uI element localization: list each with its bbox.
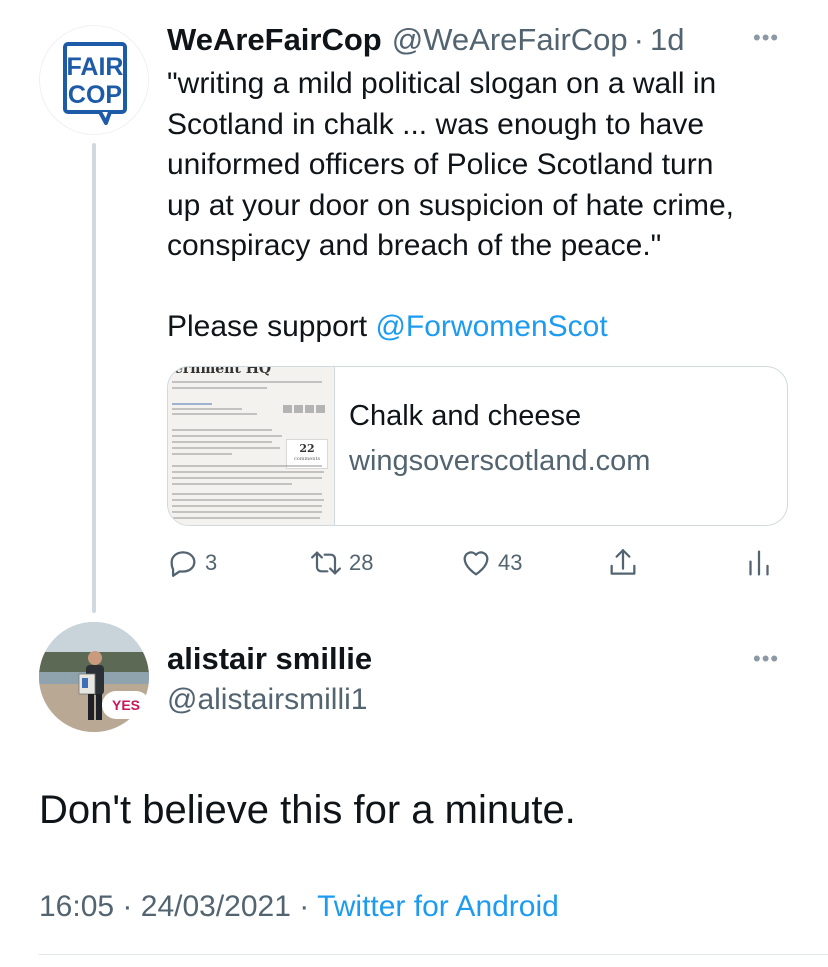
reply-count: 3: [205, 550, 218, 575]
tweet-text-line: uniformed officers of Police Scotland tu…: [167, 148, 714, 182]
card-title: Chalk and cheese: [349, 400, 582, 432]
tweet-date[interactable]: 24/03/2021: [141, 890, 291, 923]
reply-display-name[interactable]: alistair smillie: [167, 639, 372, 679]
faircop-logo-icon: FAIR COP: [63, 42, 127, 125]
heart-icon: [463, 551, 489, 576]
thumbnail-comment-count: 22: [299, 442, 315, 455]
thread-connector-line: [92, 143, 96, 613]
reply-handle[interactable]: @alistairsmilli1: [167, 680, 367, 720]
avatar-word-1: FAIR: [67, 53, 124, 81]
reply-icon: [170, 551, 196, 577]
tweet-action-bar: 3 28 43: [166, 543, 786, 583]
retweet-count: 28: [349, 550, 374, 575]
tweet-source-link[interactable]: Twitter for Android: [317, 890, 559, 923]
reply-tweet-text: Don't believe this for a minute.: [39, 788, 576, 832]
bottom-divider: [39, 954, 828, 955]
card-text: Chalk and cheese wingsoverscotland.com: [335, 367, 650, 525]
reply-more-options-icon[interactable]: •••: [753, 646, 779, 672]
share-button[interactable]: [606, 543, 640, 583]
support-line: Please support @ForwomenScot: [167, 307, 797, 348]
retweet-icon: [311, 551, 341, 575]
meta-separator: ·: [122, 890, 133, 923]
like-button[interactable]: 43: [459, 543, 522, 583]
tweet-text-line: up at your door on suspicion of hate cri…: [167, 188, 734, 222]
avatar-word-2: COP: [68, 81, 122, 109]
separator-dot: ·: [633, 22, 644, 57]
article-thumbnail: ernment HQ 22 comments: [168, 367, 335, 525]
share-icon: [610, 549, 636, 575]
faircop-avatar[interactable]: FAIR COP: [39, 25, 149, 135]
link-preview-card[interactable]: ernment HQ 22 comments Chalk and cheese …: [167, 366, 788, 526]
tweet-text-line: "writing a mild political slogan on a wa…: [167, 67, 717, 100]
tweet-thread-view: FAIR COP WeAreFairCop @WeAreFairCop · 1d…: [0, 0, 828, 967]
tweet-text-line: conspiracy and breach of the peace.": [167, 229, 662, 263]
reply-button[interactable]: 3: [166, 543, 217, 583]
quoted-tweet-header: WeAreFairCop @WeAreFairCop · 1d: [167, 20, 684, 60]
display-name[interactable]: WeAreFairCop: [167, 20, 382, 60]
yes-badge: YES: [102, 691, 150, 719]
meta-separator: ·: [299, 890, 310, 923]
tweet-text-line: Scotland in chalk ... was enough to have: [167, 107, 705, 141]
mention-link[interactable]: @ForwomenScot: [375, 310, 607, 343]
tweet-age[interactable]: 1d: [650, 20, 684, 60]
quoted-tweet-text: "writing a mild political slogan on a wa…: [167, 64, 797, 348]
analytics-icon: [749, 550, 769, 576]
card-domain: wingsoverscotland.com: [349, 445, 651, 477]
analytics-button[interactable]: [744, 543, 774, 583]
retweet-button[interactable]: 28: [308, 543, 373, 583]
tweet-time[interactable]: 16:05: [39, 890, 114, 923]
support-prefix: Please support: [167, 309, 376, 343]
more-options-icon[interactable]: •••: [753, 25, 779, 51]
handle[interactable]: @WeAreFairCop: [392, 20, 628, 60]
tweet-timestamp-line: 16:05 · 24/03/2021 · Twitter for Android: [39, 887, 559, 927]
like-count: 43: [498, 550, 523, 575]
thumbnail-heading-fragment: ernment HQ: [174, 367, 272, 377]
thumbnail-comment-label: comments: [293, 456, 321, 462]
